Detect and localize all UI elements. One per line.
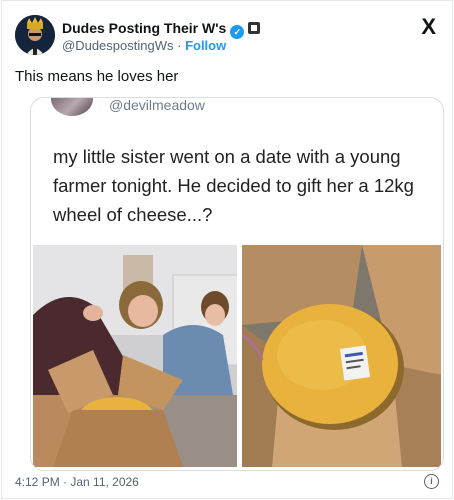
affiliate-badge-icon (248, 22, 261, 34)
author-handle-row: @DudespostingWs · Follow (62, 38, 226, 53)
tweet-text: This means he loves her (15, 68, 179, 85)
quoted-tweet-text: my little sister went on a date with a y… (53, 146, 414, 225)
quoted-photo-cheese-wheel[interactable] (242, 245, 441, 467)
quoted-author-avatar (51, 98, 93, 116)
author-avatar[interactable] (15, 15, 55, 55)
author-display-name[interactable]: Dudes Posting Their W's ✓ (62, 20, 261, 39)
quoted-tweet[interactable]: @devilmeadow my little sister went on a … (30, 97, 444, 471)
follow-button[interactable]: Follow (185, 38, 226, 53)
author-handle[interactable]: @DudespostingWs (62, 38, 173, 53)
info-icon[interactable]: i (424, 474, 439, 489)
separator-dot: · (177, 38, 182, 53)
verified-badge-icon: ✓ (230, 25, 245, 39)
quoted-author-handle: @devilmeadow (109, 97, 205, 113)
x-logo-icon[interactable]: X (421, 14, 436, 40)
quoted-photo-girls-with-cheese[interactable] (33, 245, 237, 467)
author-name-text: Dudes Posting Their W's (62, 20, 227, 36)
tweet-timestamp[interactable]: 4:12 PM · Jan 11, 2026 (15, 475, 139, 489)
